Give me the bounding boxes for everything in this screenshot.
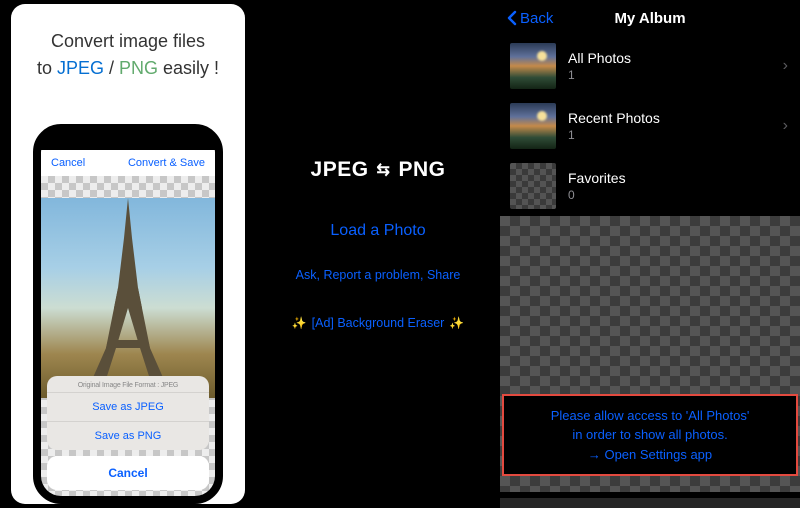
save-as-png-button[interactable]: Save as PNG <box>47 421 209 450</box>
album-row-recent-photos[interactable]: Recent Photos 1 › <box>500 96 800 156</box>
headline-jpeg: JPEG <box>57 58 104 78</box>
album-row-title: All Photos <box>568 50 631 66</box>
swap-icon: ⇆ <box>377 160 391 180</box>
album-row-count: 1 <box>568 128 660 142</box>
preview-area: Please allow access to 'All Photos' in o… <box>500 216 800 492</box>
phone-mockup: Cancel Convert & Save Orig <box>33 124 223 504</box>
action-sheet-label: Original Image File Format : JPEG <box>47 376 209 392</box>
chevron-left-icon <box>506 10 518 26</box>
album-row-favorites[interactable]: Favorites 0 <box>500 156 800 216</box>
album-row-all-photos[interactable]: All Photos 1 › <box>500 36 800 96</box>
headline-to: to <box>37 58 57 78</box>
load-photo-button[interactable]: Load a Photo <box>330 222 425 240</box>
app-nav-bar: Cancel Convert & Save <box>41 150 215 176</box>
app-title: JPEG ⇆ PNG <box>311 158 446 182</box>
save-as-jpeg-button[interactable]: Save as JPEG <box>47 392 209 421</box>
action-sheet-cancel-button[interactable]: Cancel <box>47 456 209 490</box>
back-button[interactable]: Back <box>506 10 553 27</box>
editor-canvas: Original Image File Format : JPEG Save a… <box>41 176 215 496</box>
promo-panel: Convert image files to JPEG / PNG easily… <box>0 0 256 508</box>
promo-headline: Convert image files to JPEG / PNG easily… <box>31 18 225 86</box>
album-row-text: All Photos 1 <box>568 50 631 82</box>
album-row-title: Favorites <box>568 170 626 186</box>
permission-banner[interactable]: Please allow access to 'All Photos' in o… <box>502 394 798 477</box>
permission-line1: Please allow access to 'All Photos' <box>510 406 790 426</box>
nav-convert-save-button[interactable]: Convert & Save <box>128 157 205 169</box>
headline-post: easily ! <box>158 58 219 78</box>
nav-cancel-button[interactable]: Cancel <box>51 157 85 169</box>
ad-label: [Ad] Background Eraser <box>312 316 445 330</box>
title-png: PNG <box>398 158 445 182</box>
promo-card: Convert image files to JPEG / PNG easily… <box>11 4 245 504</box>
headline-line1: Convert image files <box>51 31 205 51</box>
headline-png: PNG <box>119 58 158 78</box>
back-label: Back <box>520 10 553 27</box>
title-jpeg: JPEG <box>311 158 369 182</box>
action-sheet-group: Original Image File Format : JPEG Save a… <box>47 376 209 450</box>
phone-notch <box>89 132 167 150</box>
permission-line3: → Open Settings app <box>510 445 790 465</box>
album-thumb <box>510 103 556 149</box>
permission-line2: in order to show all photos. <box>510 425 790 445</box>
bottom-bar <box>500 498 800 508</box>
action-sheet: Original Image File Format : JPEG Save a… <box>47 376 209 490</box>
phone-mockup-wrap: Cancel Convert & Save Orig <box>11 86 245 504</box>
eiffel-tower-icon <box>68 198 188 398</box>
album-row-title: Recent Photos <box>568 110 660 126</box>
chevron-right-icon: › <box>783 57 788 75</box>
album-row-count: 1 <box>568 68 631 82</box>
sample-photo-eiffel <box>41 198 215 398</box>
album-thumb-empty <box>510 163 556 209</box>
album-thumb <box>510 43 556 89</box>
sparkle-icon: ✨ <box>287 316 312 330</box>
ask-report-share-button[interactable]: Ask, Report a problem, Share <box>296 268 461 282</box>
chevron-right-icon: › <box>783 117 788 135</box>
album-panel: Back My Album All Photos 1 › Recent Phot… <box>500 0 800 508</box>
album-row-text: Recent Photos 1 <box>568 110 660 142</box>
album-row-count: 0 <box>568 188 626 202</box>
app-home-panel: JPEG ⇆ PNG Load a Photo Ask, Report a pr… <box>256 0 500 508</box>
sparkle-icon: ✨ <box>444 316 469 330</box>
album-nav-bar: Back My Album <box>500 0 800 36</box>
ad-background-eraser-button[interactable]: ✨[Ad] Background Eraser✨ <box>287 316 470 330</box>
headline-slash: / <box>104 58 119 78</box>
album-row-text: Favorites 0 <box>568 170 626 202</box>
